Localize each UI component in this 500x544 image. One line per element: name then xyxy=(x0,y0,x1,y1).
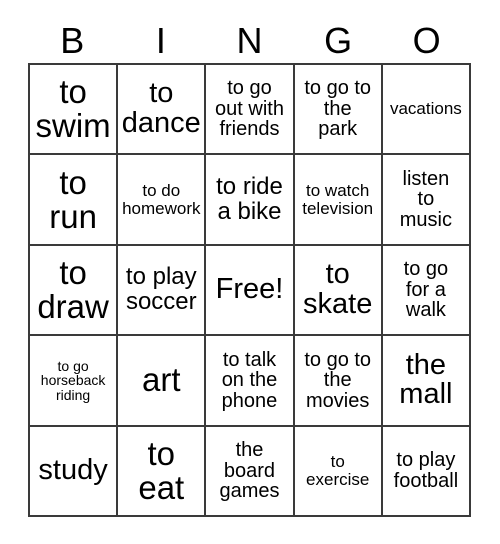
bingo-cell-label: listen to music xyxy=(399,167,452,231)
bingo-header-letter-n: N xyxy=(236,19,263,61)
bingo-cell-label: to play football xyxy=(393,449,459,492)
bingo-cell-label: to go for a walk xyxy=(403,258,449,322)
bingo-cell[interactable]: study xyxy=(30,426,119,517)
bingo-cell[interactable]: to watch television xyxy=(294,155,383,246)
bingo-cell-label: the mall xyxy=(399,348,453,411)
bingo-cell[interactable]: to swim xyxy=(30,65,119,156)
bingo-cell[interactable]: art xyxy=(118,336,207,427)
bingo-cell[interactable]: to eat xyxy=(118,426,207,517)
bingo-cell-label: to draw xyxy=(37,254,109,325)
bingo-cell[interactable]: to talk on the phone xyxy=(206,336,295,427)
bingo-cell[interactable]: the board games xyxy=(206,426,295,517)
bingo-cell-label: to eat xyxy=(138,434,185,506)
bingo-grid: to swim to dance to go out with friends to … xyxy=(28,63,471,517)
bingo-header-letter-o: O xyxy=(412,19,441,61)
bingo-cell[interactable]: to play soccer xyxy=(118,245,207,337)
bingo-cell[interactable]: to go horseback riding xyxy=(30,336,119,427)
bingo-cell[interactable]: to ride a bike xyxy=(206,155,295,246)
bingo-cell[interactable]: to go for a walk xyxy=(382,245,471,337)
bingo-cell-label: the board games xyxy=(219,438,280,503)
bingo-cell-label: to go horseback riding xyxy=(40,357,106,403)
bingo-cell-label: art xyxy=(142,361,181,399)
bingo-cell-label: to do homework xyxy=(122,181,201,218)
bingo-cell[interactable]: Free! xyxy=(206,245,295,337)
bingo-cell-label: to go to the park xyxy=(304,77,372,141)
bingo-cell[interactable]: to play football xyxy=(382,426,471,517)
bingo-cell-label: to exercise xyxy=(306,452,370,489)
bingo-cell-label: to run xyxy=(49,163,97,235)
bingo-cell[interactable]: to exercise xyxy=(294,426,383,517)
bingo-cell-label: to go out with friends xyxy=(215,77,284,141)
bingo-cell[interactable]: listen to music xyxy=(382,155,471,246)
bingo-header-letter-g: G xyxy=(324,19,353,61)
bingo-cell[interactable]: to go out with friends xyxy=(206,65,295,156)
bingo-cell-label: study xyxy=(38,453,108,486)
bingo-cell[interactable]: to do homework xyxy=(118,155,207,246)
bingo-cell-label: Free! xyxy=(215,273,284,306)
bingo-cell[interactable]: to skate xyxy=(294,245,383,337)
bingo-header-letter-b: B xyxy=(60,19,85,61)
bingo-header-row: B I N G O xyxy=(28,18,471,63)
bingo-cell-label: to watch television xyxy=(302,181,374,218)
bingo-cell-label: to skate xyxy=(303,258,373,320)
bingo-cell[interactable]: vacations xyxy=(382,65,471,156)
bingo-cell[interactable]: to draw xyxy=(30,245,119,337)
bingo-card: B I N G O to swim to dance to go out with … xyxy=(0,0,500,544)
bingo-cell-label: to ride a bike xyxy=(216,172,283,225)
bingo-cell[interactable]: to dance xyxy=(118,65,207,156)
bingo-cell[interactable]: the mall xyxy=(382,336,471,427)
bingo-cell-label: vacations xyxy=(389,99,462,119)
bingo-cell[interactable]: to go to the park xyxy=(294,65,383,156)
bingo-cell-label: to dance xyxy=(121,77,201,140)
bingo-cell-label: to go to the movies xyxy=(304,348,372,412)
bingo-cell-label: to swim xyxy=(35,73,111,145)
bingo-cell-label: to play soccer xyxy=(125,263,197,315)
bingo-cell[interactable]: to run xyxy=(30,155,119,246)
bingo-cell[interactable]: to go to the movies xyxy=(294,336,383,427)
bingo-cell-label: to talk on the phone xyxy=(221,348,278,412)
bingo-header-letter-i: I xyxy=(155,19,166,61)
